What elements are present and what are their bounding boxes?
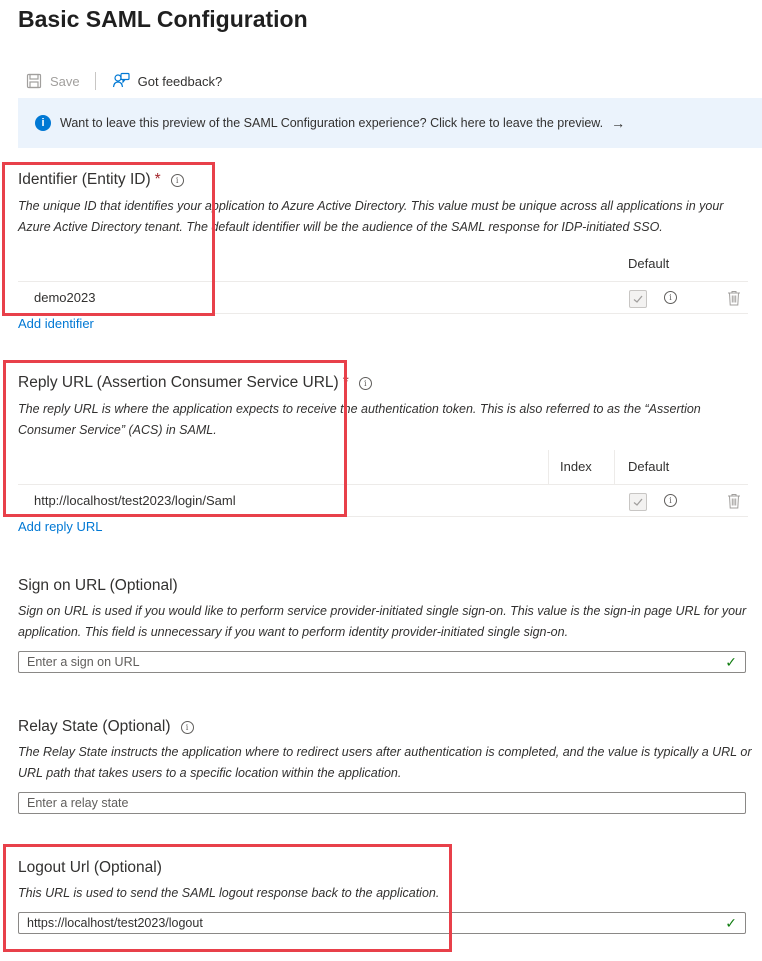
command-bar: Save Got feedback? — [18, 67, 222, 95]
relay-state-placeholder: Enter a relay state — [27, 796, 129, 810]
relay-state-description: The Relay State instructs the applicatio… — [18, 745, 752, 780]
info-icon[interactable]: i — [180, 720, 194, 734]
sign-on-url-placeholder: Enter a sign on URL — [27, 655, 140, 669]
save-button[interactable]: Save — [18, 73, 80, 89]
relay-state-input[interactable]: Enter a relay state — [18, 792, 746, 814]
add-identifier-link[interactable]: Add identifier — [18, 316, 94, 331]
column-divider — [548, 450, 549, 484]
highlight-box — [3, 360, 347, 517]
page-title: Basic SAML Configuration — [18, 6, 308, 32]
add-reply-url-link[interactable]: Add reply URL — [18, 519, 103, 534]
feedback-icon — [112, 72, 130, 88]
sign-on-url-title: Sign on URL (Optional) — [18, 577, 178, 594]
checkmark-icon — [633, 295, 643, 303]
preview-banner[interactable]: i Want to leave this preview of the SAML… — [18, 98, 762, 148]
save-icon — [26, 73, 42, 89]
reply-url-col-default: Default — [628, 459, 670, 474]
info-icon[interactable]: i — [664, 494, 677, 507]
relay-state-title-text: Relay State (Optional) — [18, 718, 171, 735]
info-icon: i — [35, 115, 51, 131]
reply-url-col-index: Index — [560, 459, 592, 474]
arrow-right-icon: → — [611, 115, 626, 131]
default-checkbox[interactable] — [629, 290, 647, 308]
identifier-col-default: Default — [628, 256, 670, 271]
sign-on-url-description: Sign on URL is used if you would like to… — [18, 604, 747, 639]
feedback-label: Got feedback? — [137, 73, 223, 89]
relay-state-title: Relay State (Optional) i — [18, 718, 194, 736]
feedback-button[interactable]: Got feedback? — [112, 72, 223, 90]
column-divider — [614, 450, 615, 484]
info-icon[interactable]: i — [358, 376, 372, 390]
banner-text: Want to leave this preview of the SAML C… — [60, 116, 604, 130]
checkmark-icon — [633, 498, 643, 506]
highlight-box — [3, 844, 452, 952]
trash-icon[interactable] — [727, 493, 741, 509]
checkmark-icon: ✓ — [725, 653, 737, 670]
save-label: Save — [50, 73, 80, 89]
toolbar-divider — [94, 72, 96, 90]
highlight-box — [2, 162, 215, 316]
default-checkbox[interactable] — [629, 493, 647, 511]
checkmark-icon: ✓ — [725, 914, 737, 931]
trash-icon[interactable] — [727, 290, 741, 306]
sign-on-url-input[interactable]: Enter a sign on URL ✓ — [18, 651, 746, 673]
info-icon[interactable]: i — [664, 291, 677, 304]
